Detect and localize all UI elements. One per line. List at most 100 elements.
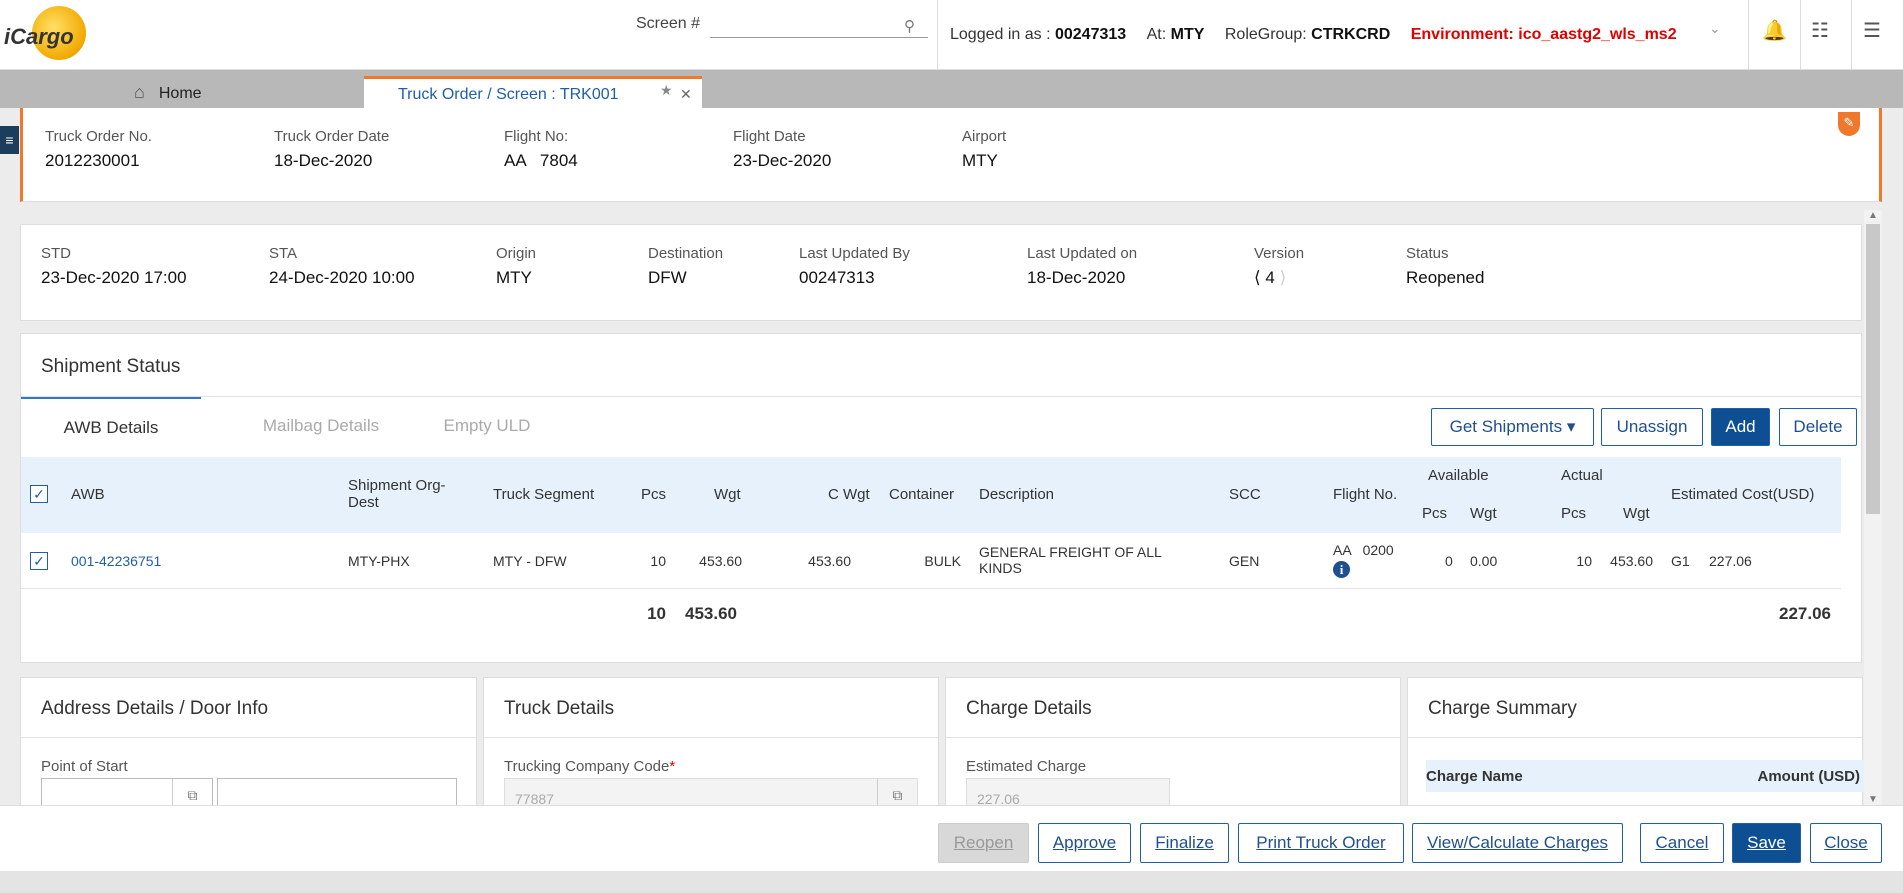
total-pcs: 10 [647, 604, 666, 623]
bottom-strip [0, 871, 1903, 893]
status-value: Reopened [1406, 268, 1485, 287]
divider [1800, 0, 1801, 70]
available-pcs-cell: 0 [1445, 553, 1453, 569]
flight-date-field: Flight Date 23-Dec-2020 [733, 128, 831, 171]
version-prev-icon[interactable]: ⟨ [1254, 268, 1261, 287]
environment-label: Environment: ico_aastg2_wls_ms2 [1410, 26, 1677, 43]
trucking-company-code-text: Trucking Company Code [504, 758, 670, 775]
flight-no-value: AA 7804 [504, 151, 578, 170]
col-truck-segment: Truck Segment [493, 486, 595, 503]
bell-icon[interactable]: 🔔 [1762, 18, 1787, 43]
get-shipments-button[interactable]: Get Shipments ▾ [1431, 408, 1594, 446]
page-scrollbar[interactable]: ▲ ▼ [1864, 210, 1882, 805]
truck-order-no-field: Truck Order No. 2012230001 [45, 128, 152, 171]
select-all-checkbox[interactable]: ✓ [30, 485, 48, 503]
top-bar: iCargo Screen # ⚲ Logged in as : 0024731… [0, 0, 1903, 70]
version-field: Version ⟨ 4 ⟩ [1254, 245, 1304, 288]
truck-order-no-value: 2012230001 [45, 151, 140, 170]
scroll-up-icon[interactable]: ▲ [1868, 210, 1878, 221]
screen-search-input[interactable] [710, 12, 928, 38]
last-updated-by-value: 00247313 [799, 268, 875, 287]
finalize-button[interactable]: Finalize [1140, 823, 1229, 863]
cost-code-cell: G1 [1671, 553, 1690, 569]
col-available: Available [1428, 467, 1489, 484]
truck-order-date-label: Truck Order Date [274, 128, 390, 145]
scc-cell: GEN [1229, 553, 1260, 569]
close-tab-icon[interactable]: ✕ [680, 86, 692, 103]
airport-value: MTY [962, 151, 998, 170]
table-row[interactable]: ✓ 001-42236751 MTY-PHX MTY - DFW 10 453.… [21, 534, 1841, 589]
sitemap-icon[interactable]: ☷ [1811, 18, 1829, 43]
cancel-button[interactable]: Cancel [1640, 823, 1724, 863]
pcs-cell: 10 [650, 553, 666, 569]
total-cost: 227.06 [1779, 604, 1831, 623]
truck-details-title: Truck Details [504, 698, 615, 719]
total-wgt: 453.60 [685, 604, 737, 623]
edit-icon[interactable]: ✎ [1838, 112, 1860, 136]
shipment-tabs: AWB Details Mailbag Details Empty ULD Ge… [21, 396, 1861, 457]
divider [1748, 0, 1749, 70]
awb-link[interactable]: 001-42236751 [71, 553, 161, 569]
airport-label: Airport [962, 128, 1007, 145]
col-actual: Actual [1561, 467, 1603, 484]
scroll-down-icon[interactable]: ▼ [1868, 794, 1878, 805]
charge-details-card: Charge Details Estimated Charge 227.06 [945, 677, 1401, 817]
origin-label: Origin [496, 245, 537, 262]
star-icon[interactable]: ★ [660, 82, 673, 99]
flight-no-field: Flight No: AA 7804 [504, 128, 578, 171]
reopen-button[interactable]: Reopen [938, 823, 1029, 863]
version-next-icon[interactable]: ⟩ [1280, 268, 1287, 287]
status-label: Status [1406, 245, 1449, 262]
tab-truck-order[interactable]: Truck Order / Screen : TRK001 ★ ✕ [364, 76, 702, 108]
app-logo[interactable]: iCargo [4, 4, 86, 62]
chevron-down-icon[interactable]: ⌄ [1709, 20, 1721, 37]
unassign-button[interactable]: Unassign [1601, 408, 1703, 446]
rolegroup: CTRKCRD [1311, 26, 1391, 43]
menu-icon[interactable]: ☰ [1863, 18, 1881, 43]
tab-bar: ⌂ Home Truck Order / Screen : TRK001 ★ ✕ [0, 70, 1903, 108]
c-wgt-cell: 453.60 [808, 553, 851, 569]
tab-mailbag-details[interactable]: Mailbag Details [231, 397, 411, 457]
side-menu-toggle[interactable]: ≡ [0, 126, 19, 154]
info-icon[interactable]: i [1333, 561, 1350, 578]
save-button[interactable]: Save [1732, 823, 1801, 863]
destination-label: Destination [648, 245, 724, 262]
caret-down-icon: ▾ [1566, 417, 1576, 436]
truck-details-card: Truck Details Trucking Company Code* 778… [483, 677, 939, 817]
logged-in-label: Logged in as : [950, 26, 1051, 43]
search-icon[interactable]: ⚲ [904, 17, 915, 35]
add-button[interactable]: Add [1711, 408, 1770, 446]
charge-details-title: Charge Details [966, 698, 1092, 719]
version-nav: ⟨ 4 ⟩ [1254, 268, 1304, 288]
truck-order-date-value: 18-Dec-2020 [274, 151, 373, 170]
actual-wgt-cell: 453.60 [1610, 553, 1653, 569]
row-checkbox[interactable]: ✓ [30, 552, 48, 570]
col-estimated-cost: Estimated Cost(USD) [1671, 486, 1815, 503]
wgt-cell: 453.60 [699, 553, 742, 569]
std-field: STD 23-Dec-2020 17:00 [41, 245, 187, 288]
logo-text: iCargo [4, 24, 74, 49]
address-details-title: Address Details / Door Info [41, 698, 269, 719]
last-updated-by-label: Last Updated By [799, 245, 910, 262]
delete-button[interactable]: Delete [1779, 408, 1857, 446]
tab-empty-uld[interactable]: Empty ULD [397, 397, 577, 457]
origin-value: MTY [496, 268, 532, 287]
sta-value: 24-Dec-2020 10:00 [269, 268, 415, 287]
approve-button[interactable]: Approve [1038, 823, 1131, 863]
flight-no-label: Flight No: [504, 128, 569, 145]
print-truck-order-button[interactable]: Print Truck Order [1238, 823, 1404, 863]
truck-order-header-panel: Truck Order No. 2012230001 Truck Order D… [20, 108, 1882, 202]
destination-value: DFW [648, 268, 687, 287]
close-button[interactable]: Close [1810, 823, 1882, 863]
col-amount: Amount (USD) [1757, 768, 1860, 785]
tab-home[interactable]: ⌂ Home [134, 82, 202, 103]
divider [484, 737, 938, 738]
required-marker: * [669, 758, 676, 775]
divider [946, 737, 1400, 738]
tab-awb-details[interactable]: AWB Details [21, 397, 201, 457]
last-updated-by-field: Last Updated By 00247313 [799, 245, 910, 288]
view-calculate-charges-button[interactable]: View/Calculate Charges [1412, 823, 1623, 863]
last-updated-on-field: Last Updated on 18-Dec-2020 [1027, 245, 1137, 288]
station: MTY [1170, 26, 1205, 43]
scrollbar-thumb[interactable] [1866, 224, 1880, 514]
